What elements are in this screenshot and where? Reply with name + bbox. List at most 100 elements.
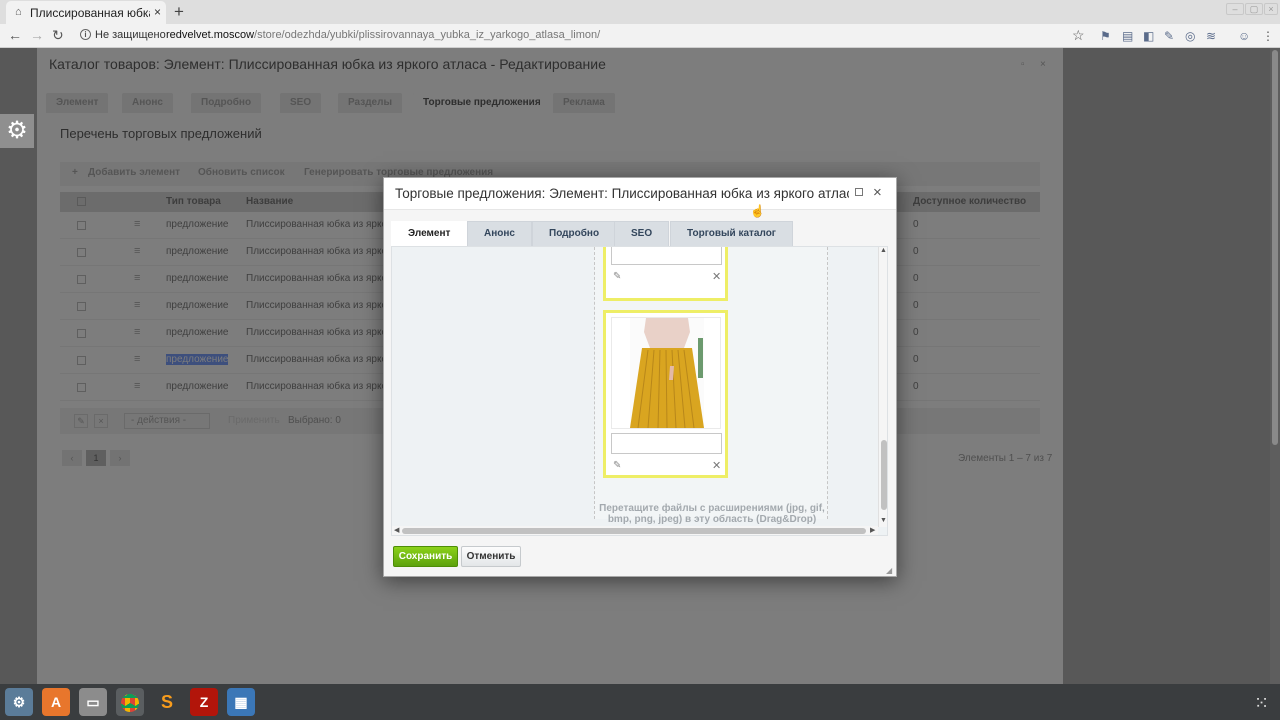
scroll-left-icon[interactable]: ◀ — [394, 526, 399, 534]
scroll-right-icon[interactable]: ▶ — [870, 526, 875, 534]
row-name[interactable]: Плиссированная юбка из яркого атласа — [246, 327, 391, 338]
scroll-up-icon[interactable]: ▲ — [880, 247, 887, 254]
actions-select[interactable]: - действия - — [124, 413, 210, 429]
page-close-icon[interactable]: × — [1040, 59, 1046, 70]
save-button[interactable]: Сохранить — [393, 546, 458, 567]
page-tab-announce[interactable]: Анонс — [122, 93, 173, 113]
apply-button[interactable]: Применить — [228, 415, 280, 426]
row-name[interactable]: Плиссированная юбка из яркого атласа — [246, 354, 391, 365]
close-tab-icon[interactable]: × — [154, 5, 161, 19]
extension-globe-icon[interactable]: ◎ — [1185, 29, 1195, 43]
image-thumbnail[interactable] — [611, 317, 721, 429]
delete-icon[interactable]: × — [94, 414, 108, 428]
extension-doc-icon[interactable]: ▤ — [1122, 29, 1133, 43]
gear-icon[interactable]: ⚙ — [0, 114, 34, 148]
sublime-text-icon[interactable]: S — [153, 688, 181, 716]
modal-horizontal-scrollbar[interactable]: ◀ ▶ — [392, 526, 878, 535]
row-menu-icon[interactable]: ≡ — [134, 245, 140, 257]
modal-tab-element[interactable]: Элемент — [391, 221, 468, 246]
new-tab-button[interactable]: + — [174, 2, 184, 22]
row-name[interactable]: Плиссированная юбка из яркого атласа — [246, 300, 391, 311]
row-menu-icon[interactable]: ≡ — [134, 380, 140, 392]
modal-hscroll-thumb[interactable] — [402, 528, 866, 534]
pager-prev-icon[interactable]: ‹ — [62, 450, 82, 466]
modal-tab-catalog[interactable]: Торговый каталог — [670, 221, 793, 246]
page-tab-sections[interactable]: Разделы — [338, 93, 402, 113]
edit-pencil-icon[interactable]: ✎ — [613, 460, 621, 471]
back-icon[interactable]: ← — [8, 27, 22, 43]
resize-grip-icon[interactable]: ◢ — [886, 566, 892, 575]
page-scrollbar-thumb[interactable] — [1272, 50, 1278, 445]
apps-grid-icon[interactable]: ⁙ — [1254, 693, 1269, 714]
extension-id-icon[interactable]: ◧ — [1143, 29, 1154, 43]
page-tab-ads[interactable]: Реклама — [553, 93, 615, 113]
image-description-input[interactable] — [611, 247, 722, 265]
modal-vertical-scrollbar[interactable]: ▲ ▼ — [878, 247, 887, 527]
software-center-icon[interactable]: A — [42, 688, 70, 716]
row-menu-icon[interactable]: ≡ — [134, 353, 140, 365]
column-name[interactable]: Название — [246, 196, 293, 207]
row-checkbox[interactable] — [77, 302, 86, 311]
scroll-down-icon[interactable]: ▼ — [880, 517, 887, 524]
file-dropzone[interactable]: ✎ ✕ ✎ ✕ Перетащите файлы с расширениями … — [594, 247, 828, 525]
modal-tab-announce[interactable]: Анонс — [467, 221, 532, 246]
minimize-window-button[interactable]: – — [1226, 3, 1244, 15]
forward-icon[interactable]: → — [30, 27, 44, 43]
edit-pencil-icon[interactable]: ✎ — [613, 271, 621, 282]
modal-vscroll-thumb[interactable] — [881, 440, 887, 510]
profile-icon[interactable]: ☺ — [1238, 29, 1250, 43]
pager-next-icon[interactable]: › — [110, 450, 130, 466]
extension-stack-icon[interactable]: ≋ — [1206, 29, 1216, 43]
row-menu-icon[interactable]: ≡ — [134, 218, 140, 230]
row-name[interactable]: Плиссированная юбка из яркого атласа — [246, 381, 391, 392]
modal-header[interactable]: Торговые предложения: Элемент: Плиссиров… — [384, 178, 896, 218]
filezilla-icon[interactable]: Z — [190, 688, 218, 716]
image-card[interactable]: ✎ ✕ — [603, 310, 728, 478]
browser-tab[interactable]: ⌂ Плиссированная юбка из × — [6, 1, 166, 24]
menu-icon[interactable]: ⋮ — [1262, 29, 1274, 43]
column-qty[interactable]: Доступное количество — [913, 196, 1026, 207]
row-checkbox[interactable] — [77, 275, 86, 284]
row-checkbox[interactable] — [77, 248, 86, 257]
delete-image-icon[interactable]: ✕ — [712, 459, 721, 472]
page-maximize-icon[interactable]: ▫ — [1021, 59, 1025, 70]
row-name[interactable]: Плиссированная юбка из яркого атласа — [246, 273, 391, 284]
delete-image-icon[interactable]: ✕ — [712, 270, 721, 283]
maximize-window-button[interactable]: ▢ — [1245, 3, 1263, 15]
page-scrollbar[interactable] — [1270, 48, 1280, 684]
file-manager-icon[interactable]: ▭ — [79, 688, 107, 716]
image-description-input[interactable] — [611, 433, 722, 454]
edit-icon[interactable]: ✎ — [74, 414, 88, 428]
modal-maximize-icon[interactable] — [855, 188, 863, 196]
extension-pen-icon[interactable]: ✎ — [1164, 29, 1174, 43]
add-element-button[interactable]: Добавить элемент — [88, 167, 180, 178]
row-name[interactable]: Плиссированная юбка из яркого атласа — [246, 219, 391, 230]
chrome-icon[interactable] — [116, 688, 144, 716]
page-tab-details[interactable]: Подробно — [191, 93, 262, 113]
info-icon[interactable]: i — [80, 29, 91, 40]
row-checkbox[interactable] — [77, 329, 86, 338]
row-menu-icon[interactable]: ≡ — [134, 272, 140, 284]
row-name[interactable]: Плиссированная юбка из яркого атласа — [246, 246, 391, 257]
image-card[interactable]: ✎ ✕ — [603, 247, 728, 301]
close-window-button[interactable]: × — [1264, 3, 1278, 15]
settings-app-icon[interactable]: ⚙ — [5, 688, 33, 716]
reload-icon[interactable]: ↻ — [52, 27, 64, 44]
image-viewer-icon[interactable]: ▦ — [227, 688, 255, 716]
row-menu-icon[interactable]: ≡ — [134, 326, 140, 338]
page-tab-seo[interactable]: SEO — [280, 93, 322, 113]
bookmark-star-icon[interactable]: ☆ — [1072, 27, 1085, 44]
page-tab-offers[interactable]: Торговые предложения — [413, 93, 551, 113]
select-all-checkbox[interactable] — [77, 197, 86, 206]
modal-tab-seo[interactable]: SEO — [614, 221, 670, 246]
cancel-button[interactable]: Отменить — [461, 546, 521, 567]
modal-close-icon[interactable]: × — [873, 184, 882, 201]
row-checkbox[interactable] — [77, 221, 86, 230]
refresh-list-button[interactable]: Обновить список — [198, 167, 285, 178]
extension-flag-icon[interactable]: ⚑ — [1100, 29, 1111, 43]
address-bar[interactable]: i Не защищено redvelvet.moscow/store/ode… — [75, 26, 1090, 46]
pager-current[interactable]: 1 — [86, 450, 106, 466]
row-checkbox[interactable] — [77, 356, 86, 365]
row-menu-icon[interactable]: ≡ — [134, 299, 140, 311]
row-checkbox[interactable] — [77, 383, 86, 392]
